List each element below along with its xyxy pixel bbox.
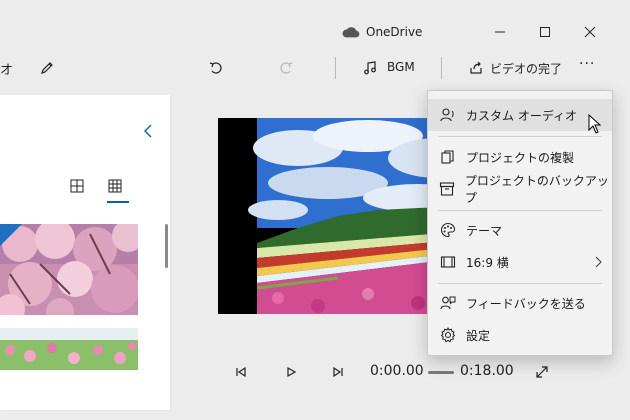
library-scrollbar[interactable] — [165, 224, 168, 268]
menu-item-label: プロジェクトのバックアップ — [464, 174, 609, 205]
toolbar-separator — [441, 57, 442, 79]
project-library-panel — [0, 95, 170, 410]
feedback-icon — [438, 293, 458, 313]
next-frame-button[interactable] — [327, 361, 349, 383]
maximize-icon — [539, 26, 551, 38]
grid-3x3-icon — [108, 179, 122, 193]
small-grid-view-button[interactable] — [108, 179, 122, 193]
menu-item-aspect-ratio[interactable]: 16:9 横 — [428, 246, 612, 278]
person-audio-icon — [438, 105, 458, 125]
menu-item-custom-audio[interactable]: カスタム オーディオ — [428, 99, 612, 131]
menu-item-send-feedback[interactable]: フィードバックを送る — [428, 287, 612, 319]
toolbar-separator — [335, 57, 336, 79]
progress-slider[interactable] — [428, 371, 454, 374]
close-button[interactable] — [578, 20, 602, 44]
more-options-menu: カスタム オーディオ プロジェクトの複製 プロジェクトのバックアップ テーマ 1… — [427, 90, 613, 356]
gear-icon — [438, 325, 458, 345]
maximize-button[interactable] — [533, 20, 557, 44]
media-thumbnail-cherry-blossom[interactable] — [0, 224, 138, 315]
menu-item-label: 設定 — [466, 328, 491, 343]
chevron-left-icon — [142, 123, 154, 139]
window-title-group: OneDrive — [342, 22, 422, 42]
edit-button[interactable] — [37, 58, 57, 78]
large-grid-view-button[interactable] — [70, 179, 84, 193]
pencil-icon — [39, 60, 55, 76]
expand-icon — [535, 365, 549, 379]
active-view-indicator — [107, 201, 129, 203]
menu-item-label: テーマ — [466, 223, 503, 238]
menu-item-backup-project[interactable]: プロジェクトのバックアップ — [428, 173, 612, 205]
more-options-button[interactable]: ··· — [579, 56, 595, 72]
menu-item-label: 16:9 横 — [466, 255, 509, 270]
menu-separator — [438, 136, 602, 137]
undo-icon — [208, 60, 224, 76]
minimize-icon — [494, 26, 506, 38]
chevron-right-icon — [594, 256, 602, 268]
step-back-icon — [235, 366, 247, 378]
redo-button[interactable] — [276, 58, 296, 78]
mouse-cursor-icon — [588, 114, 602, 134]
menu-item-settings[interactable]: 設定 — [428, 319, 612, 351]
copy-icon — [438, 147, 458, 167]
play-button[interactable] — [280, 361, 302, 383]
previous-frame-button[interactable] — [230, 361, 252, 383]
music-note-icon — [360, 58, 380, 78]
archive-icon — [438, 179, 457, 199]
app-window: OneDrive オ BGM ビデオの完了 ··· 0:00.00 0:18.0… — [0, 0, 630, 420]
finish-video-button[interactable]: ビデオの完了 — [490, 60, 562, 77]
grid-2x2-icon — [70, 179, 84, 193]
palette-icon — [438, 220, 458, 240]
toolbar-partial-label[interactable]: オ — [0, 59, 13, 78]
menu-separator — [438, 283, 602, 284]
menu-item-theme[interactable]: テーマ — [428, 214, 612, 246]
fullscreen-button[interactable] — [531, 361, 553, 383]
menu-item-label: プロジェクトの複製 — [466, 150, 575, 165]
media-thumbnail-flower-field[interactable] — [0, 328, 138, 370]
redo-icon — [278, 60, 294, 76]
play-icon — [285, 366, 297, 378]
collapse-panel-button[interactable] — [142, 123, 154, 139]
close-icon — [584, 26, 596, 38]
bgm-button[interactable]: BGM — [387, 60, 415, 74]
current-time: 0:00.00 — [370, 363, 424, 379]
undo-button[interactable] — [206, 58, 226, 78]
share-icon — [466, 58, 486, 78]
cloud-icon — [342, 26, 360, 38]
aspect-ratio-icon — [438, 252, 458, 272]
menu-item-duplicate-project[interactable]: プロジェクトの複製 — [428, 141, 612, 173]
total-time: 0:18.00 — [460, 363, 514, 379]
window-title: OneDrive — [366, 25, 423, 39]
minimize-button[interactable] — [488, 20, 512, 44]
step-forward-icon — [332, 366, 344, 378]
menu-separator — [438, 210, 602, 211]
menu-item-label: フィードバックを送る — [466, 296, 586, 311]
menu-item-label: カスタム オーディオ — [466, 108, 577, 123]
